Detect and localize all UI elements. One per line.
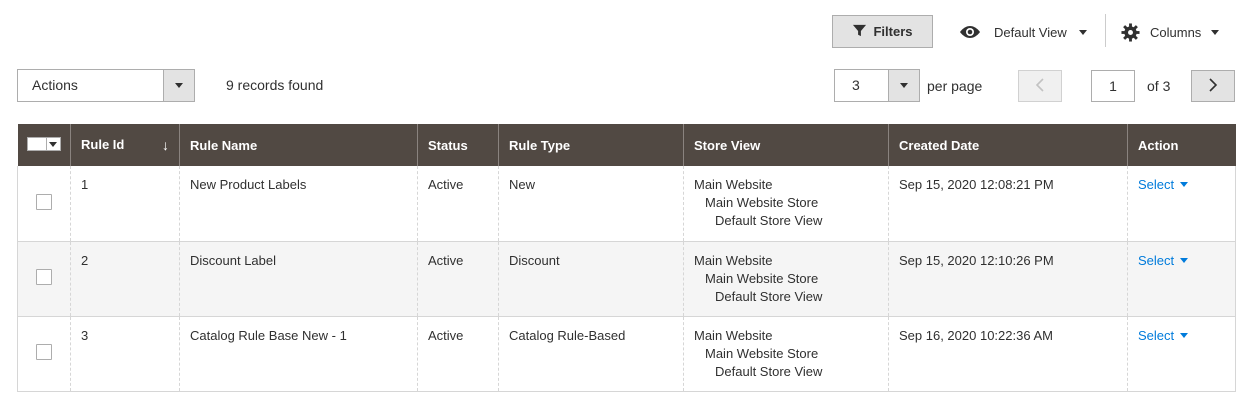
toolbar-divider (1105, 14, 1106, 47)
total-pages-label: of 3 (1147, 78, 1171, 94)
store-view-view: Default Store View (715, 288, 823, 304)
rule-name-cell: New Product Labels (179, 166, 418, 241)
columns-dropdown[interactable]: Columns (1121, 20, 1220, 44)
filters-label: Filters (873, 24, 913, 39)
per-page-value: 3 (852, 77, 860, 93)
chevron-down-icon (888, 70, 919, 101)
store-view-store: Main Website Store (705, 270, 819, 286)
per-page-label: per page (927, 78, 983, 94)
store-view-website: Main Website (694, 327, 773, 343)
row-checkbox-cell (17, 166, 71, 241)
store-view-view: Default Store View (715, 213, 823, 228)
column-header-label: Rule Id (81, 137, 125, 152)
created-date-cell: Sep 15, 2020 12:10:26 PM (888, 241, 1128, 316)
rule-type-cell: Discount (498, 241, 684, 316)
column-header-rule-type[interactable]: Rule Type (498, 124, 684, 166)
previous-page-button[interactable] (1018, 70, 1062, 102)
rule-name-cell: Discount Label (179, 241, 418, 316)
row-action-label: Select (1138, 177, 1175, 192)
row-checkbox-cell (17, 316, 71, 391)
status-cell: Active (417, 166, 499, 241)
current-page-input[interactable] (1091, 70, 1135, 102)
table-row: 1 New Product Labels Active New Main Web… (17, 166, 1236, 241)
store-view-website: Main Website (694, 177, 773, 192)
action-cell: Select (1127, 166, 1236, 241)
mass-select-checkbox[interactable] (26, 137, 61, 151)
mass-actions-select[interactable]: Actions (17, 69, 195, 102)
column-header-created-date[interactable]: Created Date (888, 124, 1128, 166)
grid-header-row: Rule Id ↓ Rule Name Status Rule Type Sto… (17, 124, 1236, 166)
sort-arrow-icon: ↓ (162, 137, 169, 153)
chevron-down-icon (1180, 257, 1189, 263)
row-action-label: Select (1138, 252, 1175, 268)
next-page-button[interactable] (1191, 70, 1235, 102)
created-date-cell: Sep 15, 2020 12:08:21 PM (888, 166, 1128, 241)
row-action-select[interactable]: Select (1138, 252, 1189, 268)
chevron-down-icon (163, 70, 194, 101)
mass-actions-value: Actions (32, 77, 78, 93)
chevron-down-icon (1211, 29, 1220, 35)
mass-select-header (17, 124, 71, 166)
store-view-website: Main Website (694, 252, 773, 268)
gear-icon (1121, 22, 1140, 42)
store-view-store: Main Website Store (705, 195, 819, 210)
rules-grid: Rule Id ↓ Rule Name Status Rule Type Sto… (17, 124, 1236, 392)
row-action-select[interactable]: Select (1138, 177, 1189, 192)
rule-id-cell: 1 (70, 166, 180, 241)
row-checkbox[interactable] (36, 269, 52, 285)
eye-icon (958, 24, 982, 40)
columns-label: Columns (1150, 24, 1202, 40)
status-cell: Active (417, 241, 499, 316)
store-view-store: Main Website Store (705, 345, 819, 361)
chevron-left-icon (1035, 77, 1045, 95)
store-view-cell: Main Website Main Website Store Default … (683, 241, 889, 316)
per-page-select[interactable]: 3 (834, 69, 920, 102)
chevron-down-icon (1180, 332, 1189, 338)
table-row: 2 Discount Label Active Discount Main We… (17, 241, 1236, 316)
rule-type-cell: New (498, 166, 684, 241)
records-found-text: 9 records found (226, 77, 324, 93)
row-action-label: Select (1138, 327, 1175, 343)
created-date-cell: Sep 16, 2020 10:22:36 AM (888, 316, 1128, 391)
status-cell: Active (417, 316, 499, 391)
column-header-rule-name[interactable]: Rule Name (179, 124, 418, 166)
column-header-status[interactable]: Status (417, 124, 499, 166)
rule-name-cell: Catalog Rule Base New - 1 (179, 316, 418, 391)
action-cell: Select (1127, 241, 1236, 316)
chevron-right-icon (1208, 77, 1218, 95)
chevron-down-icon (45, 138, 60, 150)
row-action-select[interactable]: Select (1138, 327, 1189, 343)
row-checkbox[interactable] (36, 344, 52, 360)
default-view-label: Default View (994, 24, 1067, 40)
row-checkbox-cell (17, 241, 71, 316)
column-header-rule-id[interactable]: Rule Id ↓ (70, 124, 180, 166)
store-view-cell: Main Website Main Website Store Default … (683, 166, 889, 241)
row-checkbox[interactable] (36, 193, 52, 210)
rule-id-cell: 2 (70, 241, 180, 316)
column-header-store-view[interactable]: Store View (683, 124, 889, 166)
rule-type-cell: Catalog Rule-Based (498, 316, 684, 391)
chevron-down-icon (1180, 182, 1189, 187)
filter-icon (852, 23, 867, 41)
chevron-down-icon (1078, 29, 1087, 35)
store-view-cell: Main Website Main Website Store Default … (683, 316, 889, 391)
action-cell: Select (1127, 316, 1236, 391)
table-row: 3 Catalog Rule Base New - 1 Active Catal… (17, 316, 1236, 391)
filters-button[interactable]: Filters (832, 15, 933, 48)
store-view-view: Default Store View (715, 363, 823, 379)
column-header-action: Action (1127, 124, 1236, 166)
rule-id-cell: 3 (70, 316, 180, 391)
default-view-dropdown[interactable]: Default View (958, 20, 1087, 44)
